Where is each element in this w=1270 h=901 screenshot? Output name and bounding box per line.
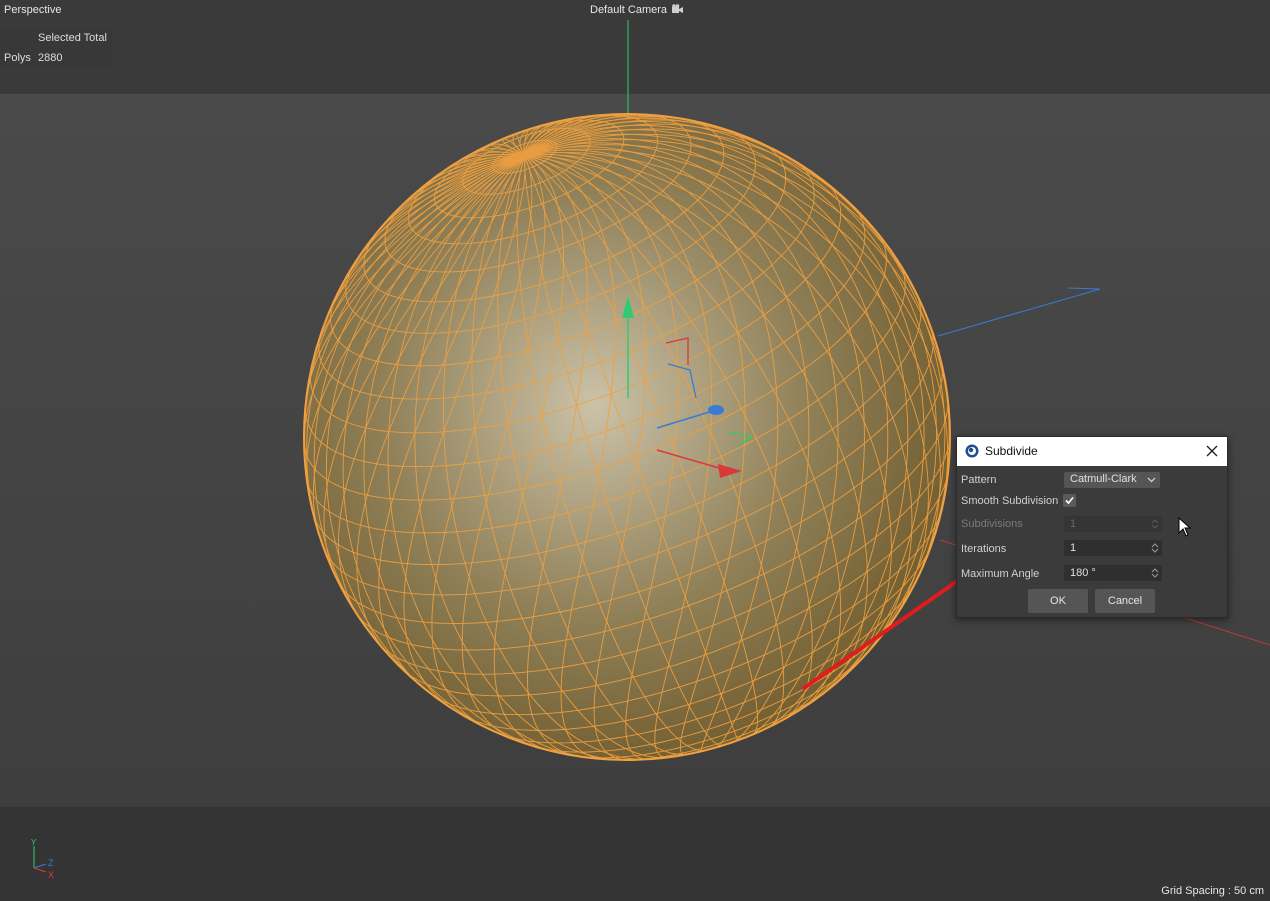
maximum-angle-value: 180 ° — [1070, 567, 1096, 579]
axis-gizmo-icon: Y Z X — [31, 838, 54, 880]
mouse-cursor-icon — [1178, 517, 1192, 537]
smooth-subdivision-checkbox[interactable] — [1063, 494, 1076, 507]
camera-label-text: Default Camera — [590, 4, 668, 16]
ok-button[interactable]: OK — [1028, 589, 1088, 613]
chevron-down-icon — [1147, 477, 1156, 483]
iterations-label: Iterations — [961, 543, 1007, 555]
axis-x-label: X — [48, 870, 54, 880]
close-icon[interactable] — [1203, 442, 1221, 460]
bottom-band — [0, 807, 1270, 901]
spinner-arrows-icon[interactable] — [1151, 518, 1159, 530]
cinema4d-logo-icon — [965, 444, 979, 458]
stats-polys-label: Polys — [4, 52, 31, 64]
pattern-label: Pattern — [961, 474, 997, 486]
spinner-arrows-icon[interactable] — [1151, 567, 1159, 579]
dialog-titlebar[interactable]: Subdivide — [957, 437, 1227, 466]
selection-stats-panel: Selected Total Polys 2880 — [0, 29, 113, 67]
axis-y-label: Y — [31, 838, 37, 847]
cancel-button[interactable]: Cancel — [1095, 589, 1155, 613]
subdivisions-field[interactable]: 1 — [1064, 516, 1162, 532]
axis-z-label: Z — [48, 858, 54, 868]
checkmark-icon — [1065, 496, 1074, 505]
pattern-dropdown[interactable]: Catmull-Clark — [1064, 472, 1160, 488]
iterations-value: 1 — [1070, 542, 1077, 554]
maximum-angle-field[interactable]: 180 ° — [1064, 565, 1162, 581]
stats-header: Selected Total — [38, 32, 107, 44]
camera-label[interactable]: Default Camera — [587, 4, 687, 16]
stats-polys-value: 2880 — [38, 52, 63, 64]
subdivisions-value: 1 — [1070, 518, 1077, 530]
subdivisions-label: Subdivisions — [961, 518, 1023, 530]
camera-icon — [672, 4, 684, 13]
maximum-angle-label: Maximum Angle — [961, 568, 1040, 580]
sphere-object[interactable] — [303, 113, 951, 761]
smooth-subdivision-label: Smooth Subdivision — [961, 495, 1059, 507]
spinner-arrows-icon[interactable] — [1151, 542, 1159, 554]
dialog-title: Subdivide — [985, 444, 1038, 458]
viewport-3d[interactable]: Perspective Default Camera Selected Tota… — [0, 0, 1270, 901]
pattern-dropdown-value: Catmull-Clark — [1070, 473, 1137, 485]
view-name-label[interactable]: Perspective — [4, 4, 61, 16]
iterations-field[interactable]: 1 — [1064, 540, 1162, 556]
grid-spacing-label: Grid Spacing : 50 cm — [1161, 885, 1264, 897]
